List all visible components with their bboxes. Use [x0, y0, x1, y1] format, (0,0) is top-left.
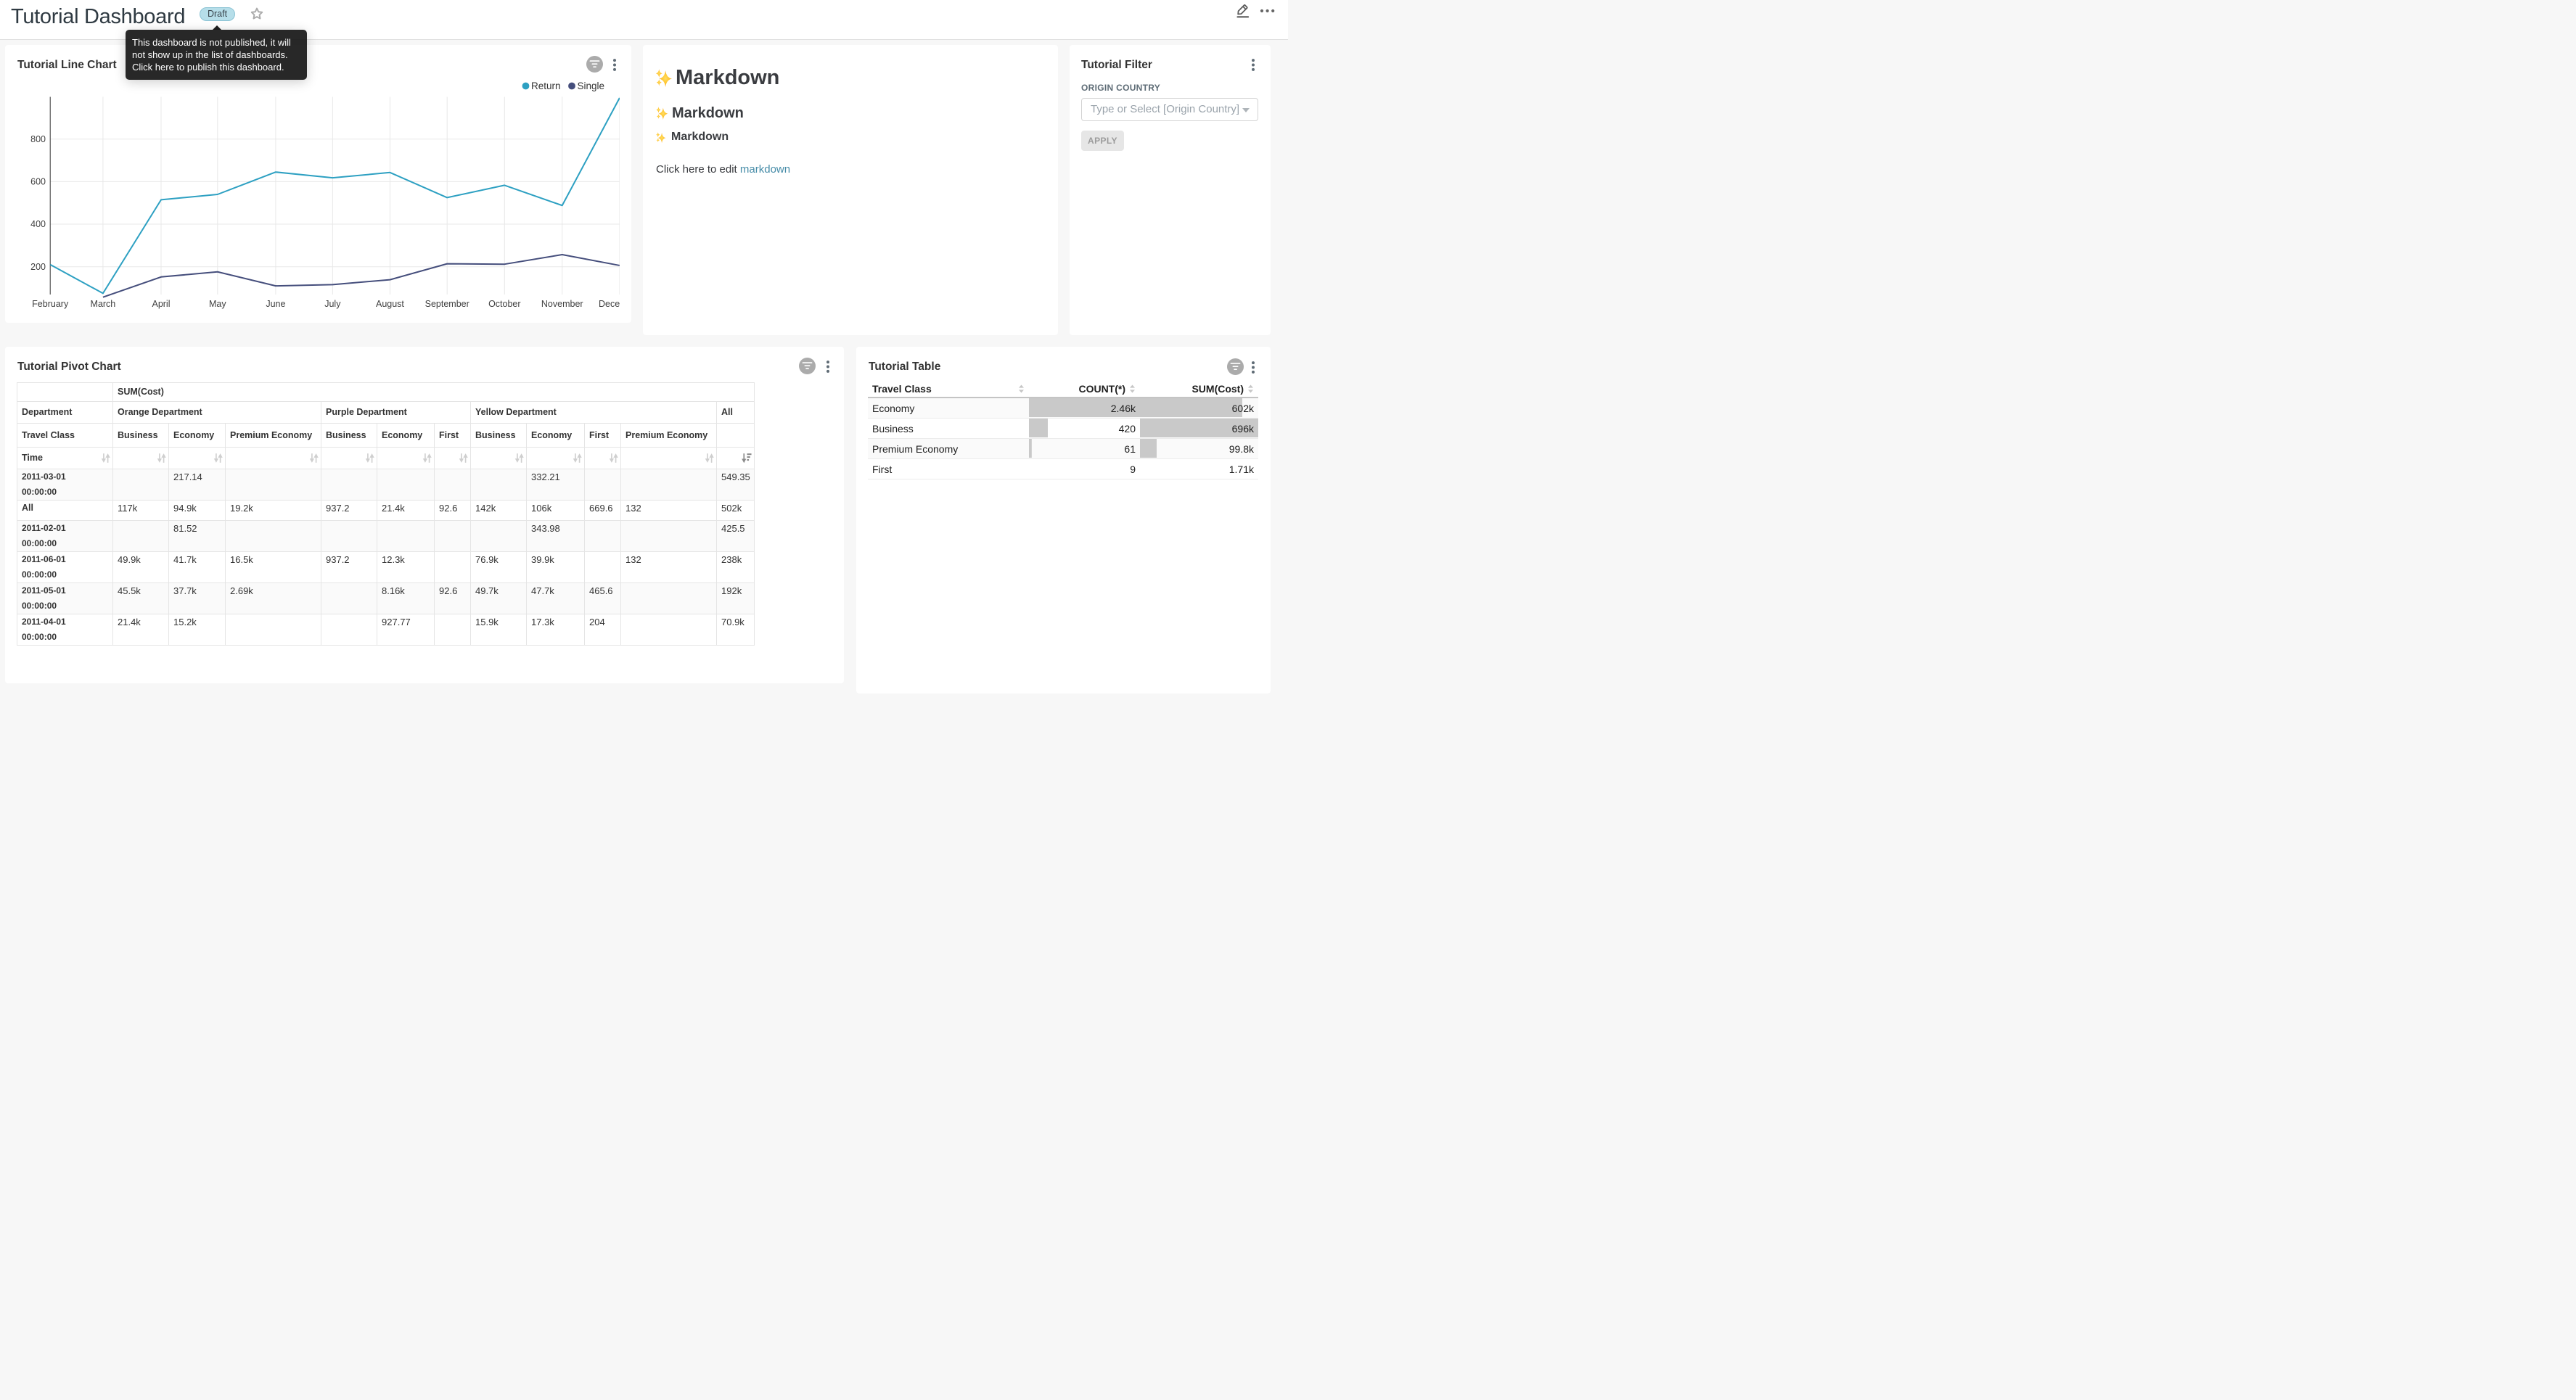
svg-text:August: August — [376, 299, 404, 309]
svg-text:June: June — [266, 299, 285, 309]
svg-text:December: December — [599, 299, 620, 309]
svg-text:200: 200 — [30, 262, 46, 272]
svg-text:March: March — [91, 299, 116, 309]
svg-text:600: 600 — [30, 177, 46, 187]
svg-text:July: July — [324, 299, 341, 309]
svg-text:Single: Single — [578, 81, 605, 91]
svg-text:May: May — [209, 299, 226, 309]
svg-text:400: 400 — [30, 219, 46, 229]
svg-text:February: February — [32, 299, 69, 309]
svg-text:800: 800 — [30, 134, 46, 144]
svg-text:Return: Return — [531, 81, 561, 91]
svg-text:October: October — [488, 299, 520, 309]
svg-text:September: September — [425, 299, 469, 309]
svg-text:November: November — [541, 299, 583, 309]
svg-text:April: April — [152, 299, 170, 309]
